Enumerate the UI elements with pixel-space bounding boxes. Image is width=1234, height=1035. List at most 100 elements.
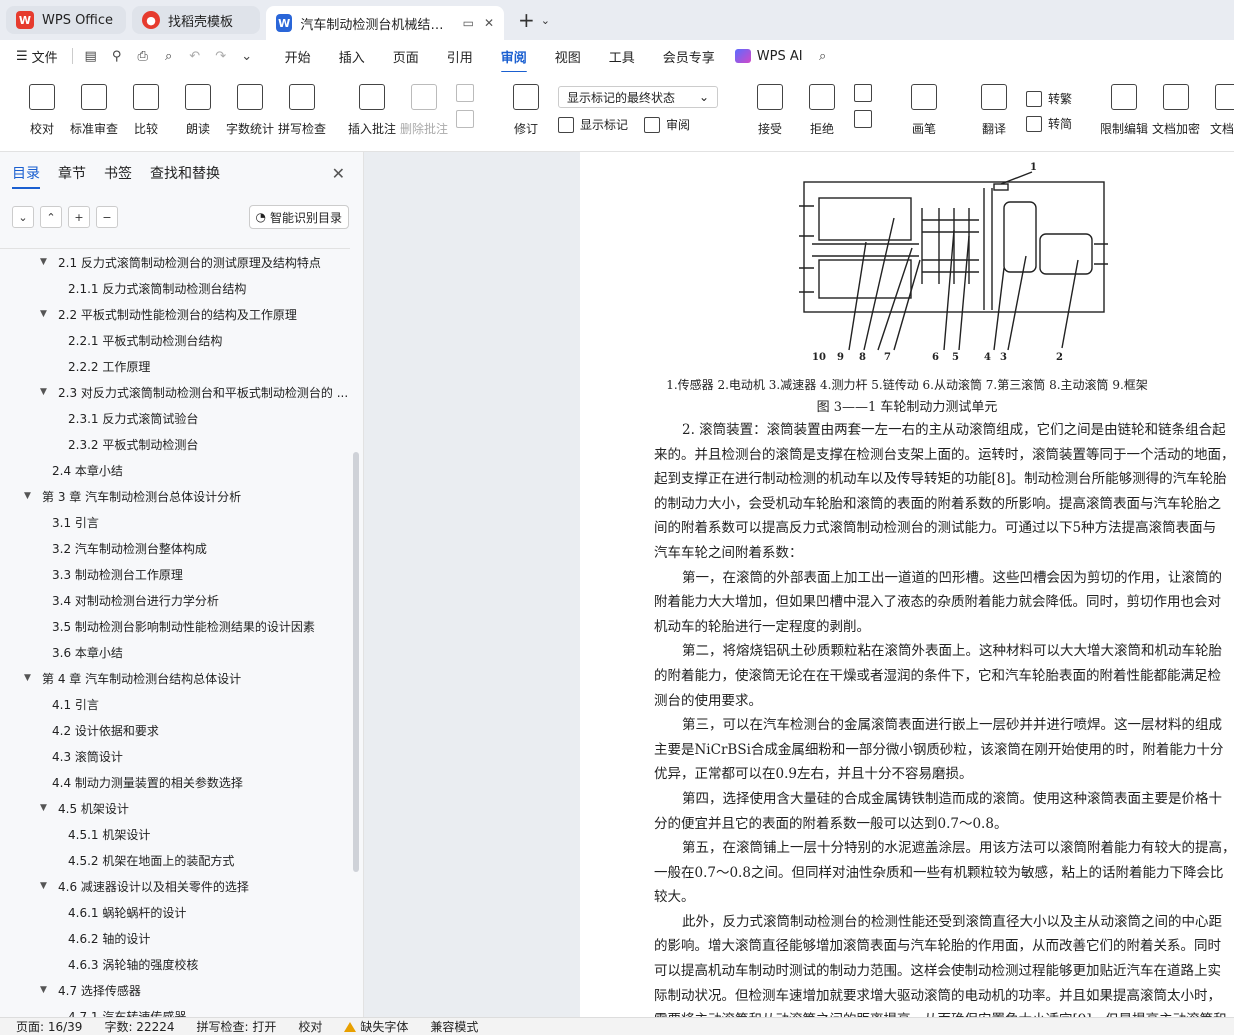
tab-tools[interactable]: 工具 [609,47,635,66]
toc-item[interactable]: ▼ 2.1 反力式滚筒制动检测台的测试原理及结构特点 [0,249,350,275]
insert-comment-button[interactable]: 插入批注 [348,80,396,137]
expand-arrow-icon[interactable]: ▼ [40,387,52,397]
expand-arrow-icon[interactable]: ▼ [40,985,52,995]
restrict-edit-button[interactable]: 限制编辑 [1100,80,1148,137]
expand-arrow-icon[interactable]: ▼ [40,257,52,267]
toc-scrollbar[interactable] [353,452,359,872]
expand-down-icon[interactable]: ⌄ [12,206,34,228]
tab-view[interactable]: 视图 [555,47,581,66]
tab-list-chevron-down-icon[interactable]: ⌄ [541,14,550,27]
tab-wps-office[interactable]: W WPS Office [6,6,126,34]
word-count-button[interactable]: 字数统计 [226,80,274,137]
standard-review-button[interactable]: 标准审查 [70,80,118,137]
tab-insert[interactable]: 插入 [339,47,365,66]
wps-ai-button[interactable]: WPS AI [734,49,803,64]
delete-comment-button[interactable]: 删除批注 [400,80,448,137]
expand-arrow-icon[interactable]: ▼ [24,673,36,683]
toc-item[interactable]: ▼ 4.5 机架设计 [0,795,350,821]
expand-arrow-icon[interactable]: ▼ [40,309,52,319]
previous-revision-icon[interactable] [854,84,872,102]
tab-document[interactable]: W 汽车制动检测台机械结构设计 ▭ ✕ [266,6,504,40]
tab-review[interactable]: 审阅 [500,47,527,73]
toc-item[interactable]: 2.1.1 反力式滚筒制动检测台结构 [0,275,350,301]
document-body[interactable]: 2. 滚筒装置：滚筒装置由两套一左一右的主从动滚筒组成，它们之间是由链轮和链条组… [654,418,1234,1017]
save-icon[interactable]: ▤ [83,48,99,64]
smart-toc-button[interactable]: ◔ 智能识别目录 [248,205,349,229]
toc-item[interactable]: 3.4 对制动检测台进行力学分析 [0,587,350,613]
previous-comment-icon[interactable] [456,84,474,102]
close-icon[interactable]: ✕ [332,164,345,183]
accept-button[interactable]: 接受 [750,80,790,137]
translate-button[interactable]: 翻译 [974,80,1014,137]
toc-item[interactable]: 4.6.1 蜗轮蜗杆的设计 [0,899,350,925]
collapse-up-icon[interactable]: ⌃ [40,206,62,228]
close-tab-icon[interactable]: ✕ [484,16,494,30]
toc-item[interactable]: 4.5.2 机架在地面上的装配方式 [0,847,350,873]
toc-item[interactable]: 4.6.2 轴的设计 [0,925,350,951]
toc-item[interactable]: ▼ 2.3 对反力式滚筒制动检测台和平板式制动检测台的 ... [0,379,350,405]
toc-item[interactable]: 4.6.3 涡轮轴的强度校核 [0,951,350,977]
toc-item[interactable]: 2.2.1 平板式制动检测台结构 [0,327,350,353]
toc-item[interactable]: 4.5.1 机架设计 [0,821,350,847]
proof-indicator[interactable]: 校对 [298,1018,322,1035]
nav-tab-find-replace[interactable]: 查找和替换 [150,163,220,183]
review-pane-button[interactable]: 审阅 [644,116,690,133]
toc-item[interactable]: 3.6 本章小结 [0,639,350,665]
toc-item[interactable]: 3.5 制动检测台影响制动性能检测结果的设计因素 [0,613,350,639]
nav-tab-chapters[interactable]: 章节 [58,163,86,183]
tab-home[interactable]: 开始 [285,47,311,66]
search-icon[interactable]: ⌕ [815,48,831,64]
tab-template[interactable]: ● 找稻壳模板 [132,6,260,34]
toc-item[interactable]: 3.2 汽车制动检测台整体构成 [0,535,350,561]
expand-arrow-icon[interactable]: ▼ [24,491,36,501]
toc-item[interactable]: ▼ 4.7 选择传感器 [0,977,350,1003]
toc-item[interactable]: 4.7.1 汽车转速传感器 [0,1003,350,1018]
file-menu[interactable]: ☰ 文件 [16,47,58,66]
toc-item[interactable]: 3.1 引言 [0,509,350,535]
doc-encrypt-button[interactable]: 文档加密 [1152,80,1200,137]
reject-button[interactable]: 拒绝 [802,80,842,137]
nav-tab-bookmarks[interactable]: 书签 [104,163,132,183]
compare-button[interactable]: 比较 [126,80,166,137]
revise-button[interactable]: 修订 [506,80,546,137]
quick-access-chevron-down-icon[interactable]: ⌄ [239,48,255,64]
toc-item[interactable]: 4.3 滚筒设计 [0,743,350,769]
doc-rights-button[interactable]: 文档权 [1208,80,1234,137]
toc-item[interactable]: ▼ 2.2 平板式制动性能检测台的结构及工作原理 [0,301,350,327]
spell-check-indicator[interactable]: 拼写检查: 打开 [197,1018,277,1035]
proofread-button[interactable]: 校对 [22,80,62,137]
page-indicator[interactable]: 页面: 16/39 [16,1018,82,1035]
tab-member[interactable]: 会员专享 [663,47,715,66]
toc-item[interactable]: 4.4 制动力测量装置的相关参数选择 [0,769,350,795]
toc-item[interactable]: 2.3.1 反力式滚筒试验台 [0,405,350,431]
next-revision-icon[interactable] [854,110,872,128]
nav-tab-toc[interactable]: 目录 [12,163,40,189]
print-preview-icon[interactable]: ⌕ [161,48,177,64]
tab-reference[interactable]: 引用 [447,47,473,66]
read-aloud-button[interactable]: 朗读 [178,80,218,137]
next-comment-icon[interactable] [456,110,474,128]
redo-icon[interactable]: ↷ [213,48,229,64]
toc-item[interactable]: ▼ 第 4 章 汽车制动检测台结构总体设计 [0,665,350,691]
toc-item[interactable]: 4.2 设计依据和要求 [0,717,350,743]
toc-item[interactable]: 3.3 制动检测台工作原理 [0,561,350,587]
spell-check-button[interactable]: 拼写检查 [278,80,326,137]
to-simplified-button[interactable]: 转简 [1026,115,1072,132]
word-count-indicator[interactable]: 字数: 22224 [104,1018,174,1035]
undo-icon[interactable]: ↶ [187,48,203,64]
toc-item[interactable]: ▼ 第 3 章 汽车制动检测台总体设计分析 [0,483,350,509]
pen-button[interactable]: 画笔 [904,80,944,137]
remove-heading-icon[interactable]: − [96,206,118,228]
to-traditional-button[interactable]: 转繁 [1026,90,1072,107]
missing-font-indicator[interactable]: 缺失字体 [344,1018,408,1035]
markup-display-select[interactable]: 显示标记的最终状态 ⌄ [558,86,718,108]
toc-item[interactable]: 2.4 本章小结 [0,457,350,483]
show-marks-button[interactable]: 显示标记 [558,116,628,133]
toc-item[interactable]: 2.2.2 工作原理 [0,353,350,379]
expand-arrow-icon[interactable]: ▼ [40,881,52,891]
expand-arrow-icon[interactable]: ▼ [40,803,52,813]
toc-item[interactable]: 4.1 引言 [0,691,350,717]
new-tab-button[interactable]: + [518,8,535,32]
share-icon[interactable]: ⚲ [109,48,125,64]
toc-item[interactable]: ▼ 4.6 减速器设计以及相关零件的选择 [0,873,350,899]
